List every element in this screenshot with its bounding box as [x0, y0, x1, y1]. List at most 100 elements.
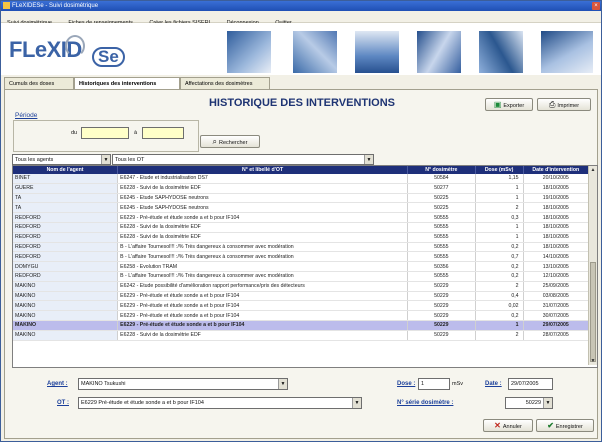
cell-ot: E6228 - Suivi de la dosimétrie EDF: [117, 232, 409, 243]
search-button[interactable]: ⌕ Rechercher: [200, 135, 260, 148]
menu-bar: Suivi dosimétrique Fiches de renseigneme…: [1, 11, 601, 26]
agent-select[interactable]: MAKINO Tsukushi ▼: [78, 378, 288, 390]
cell-dosimetre: 50555: [407, 271, 476, 282]
table-row[interactable]: REDFORD E6228 - Suivi de la dosimétrie ED…: [13, 222, 590, 233]
cell-agent: MAKINO: [13, 291, 119, 302]
table-row[interactable]: DOMYGU E6258 - Evolution TRAM 50356 0,2 13/1…: [13, 261, 590, 272]
close-icon[interactable]: ×: [592, 2, 600, 10]
column-header-ot[interactable]: N° et libellé d'OT: [117, 166, 409, 174]
save-button[interactable]: ✔ Enregistrer: [536, 419, 594, 432]
column-header-date[interactable]: Date d'intervention: [523, 166, 590, 174]
cell-dose: 1: [475, 222, 524, 233]
dose-input[interactable]: 1: [418, 378, 450, 390]
date-from-input[interactable]: [81, 127, 129, 139]
cell-ot: E6247 - Etude et industrialisation DS7: [117, 174, 409, 184]
cell-dosimetre: 50555: [407, 251, 476, 263]
cell-agent: REDFORD: [13, 251, 119, 263]
search-icon: ⌕: [212, 137, 218, 146]
banner-image: [479, 31, 523, 73]
cell-date: 18/10/2005: [523, 202, 590, 214]
cell-agent: REDFORD: [13, 242, 119, 253]
table-row[interactable]: REDFORD B - L'affaire Tournesol!!! :/% Tr…: [13, 271, 590, 282]
cell-agent: TA: [13, 202, 119, 214]
agent-filter-select[interactable]: Tous les agents ▼: [12, 154, 111, 165]
cell-ot: E6258 - Evolution TRAM: [117, 261, 409, 272]
cell-dosimetre: 50555: [407, 222, 476, 233]
scroll-up-icon[interactable]: ▲: [589, 166, 597, 174]
interventions-table: Nom de l'agent N° et libellé d'OT N° dos…: [12, 165, 598, 368]
cell-agent: REDFORD: [13, 232, 119, 243]
serial-select[interactable]: 50229 ▼: [505, 397, 553, 409]
table-row[interactable]: MAKINO E6228 - Suivi de la dosimétrie EDF…: [13, 330, 590, 341]
from-label: du: [71, 130, 78, 136]
cell-dose: 0,4: [475, 291, 524, 302]
cell-date: 18/10/2005: [523, 232, 590, 243]
cancel-button[interactable]: ✕ Annuler: [483, 419, 533, 432]
cell-dosimetre: 50277: [407, 183, 476, 194]
table-row[interactable]: REDFORD B - L'affaire Tournesol!!! :/% Tr…: [13, 251, 590, 263]
chevron-down-icon: ▼: [101, 155, 110, 164]
cell-dose: 1: [475, 320, 524, 331]
table-row[interactable]: TA E6245 - Etude SAPHYDOSE neutrons 50225 1…: [13, 193, 590, 204]
table-row[interactable]: REDFORD E6229 - Pré-étude et étude sonde …: [13, 212, 590, 223]
cell-agent: MAKINO: [13, 281, 119, 292]
cancel-icon: ✕: [494, 421, 501, 430]
column-header-dosimetre[interactable]: N° dosimètre: [407, 166, 476, 174]
agent-select-value: MAKINO Tsukushi: [81, 381, 126, 387]
table-row[interactable]: MAKINO E6229 - Pré-étude et étude sonde a…: [13, 300, 590, 312]
ot-select[interactable]: E6229 Pré-étude et étude sonde a et b po…: [78, 397, 362, 409]
chevron-down-icon: ▼: [352, 398, 361, 408]
table-row[interactable]: BINET E6247 - Etude et industrialisation …: [13, 174, 590, 184]
tab-historiques[interactable]: Historiques des interventions: [74, 77, 180, 89]
print-label: Imprimer: [557, 103, 580, 109]
column-header-dose[interactable]: Dose (mSv): [475, 166, 524, 174]
table-row[interactable]: MAKINO E6229 - Pré-étude et étude sonde a…: [13, 291, 590, 302]
table-row[interactable]: MAKINO E6229 - Pré-étude et étude sonde a…: [13, 320, 590, 331]
date-input[interactable]: 29/07/2005: [508, 378, 553, 390]
dose-unit: mSv: [452, 381, 463, 387]
cell-ot: B - L'affaire Tournesol!!! :/% Très dang…: [117, 242, 409, 253]
cell-date: 28/07/2005: [523, 330, 590, 341]
ot-filter-select[interactable]: Tous les OT ▼: [112, 154, 374, 165]
cell-dose: 0,2: [475, 242, 524, 253]
banner-image: [227, 31, 271, 73]
table-row[interactable]: GUERE E6228 - Suivi de la dosimétrie EDF 5…: [13, 183, 590, 194]
ot-label: OT :: [57, 400, 69, 406]
cell-dosimetre: 50229: [407, 291, 476, 302]
scroll-down-icon[interactable]: ▼: [589, 357, 597, 365]
cell-date: 18/10/2005: [523, 183, 590, 194]
date-to-input[interactable]: [142, 127, 184, 139]
table-row[interactable]: MAKINO E6229 - Pré-étude et étude sonde a…: [13, 310, 590, 321]
table-header: Nom de l'agent N° et libellé d'OT N° dos…: [13, 166, 590, 174]
tab-cumuls[interactable]: Cumuls des doses: [4, 77, 74, 89]
table-row[interactable]: REDFORD E6228 - Suivi de la dosimétrie ED…: [13, 232, 590, 243]
ot-filter-value: Tous les OT: [115, 157, 145, 163]
table-row[interactable]: MAKINO E6242 - Etude possibilité d'amélio…: [13, 281, 590, 292]
cell-dose: 1,15: [475, 174, 524, 184]
table-scrollbar[interactable]: ▲ ▼: [588, 166, 597, 365]
scroll-thumb[interactable]: [590, 262, 596, 362]
table-row[interactable]: TA E6245 - Etude SAPHYDOSE neutrons 50225 2…: [13, 202, 590, 214]
cancel-label: Annuler: [502, 424, 522, 430]
window-title: FLeXIDESe - Suivi dosimétrique: [12, 3, 99, 9]
cell-dose: 1: [475, 232, 524, 243]
cell-agent: BINET: [13, 174, 119, 184]
cell-date: 18/10/2005: [523, 222, 590, 233]
tab-affectations[interactable]: Affectations des dosimètres: [180, 77, 270, 89]
cell-date: 25/09/2005: [523, 281, 590, 292]
cell-agent: MAKINO: [13, 330, 119, 341]
cell-date: 13/10/2005: [523, 261, 590, 272]
export-button[interactable]: ▣ Exporter: [485, 98, 533, 111]
column-header-agent[interactable]: Nom de l'agent: [13, 166, 119, 174]
cell-dosimetre: 50225: [407, 193, 476, 204]
cell-agent: MAKINO: [13, 300, 119, 312]
print-icon: ⎙: [548, 100, 556, 109]
cell-agent: REDFORD: [13, 212, 119, 223]
cell-dose: 0,2: [475, 261, 524, 272]
cell-agent: MAKINO: [13, 320, 119, 331]
table-row[interactable]: REDFORD B - L'affaire Tournesol!!! :/% Tr…: [13, 242, 590, 253]
tab-panel: HISTORIQUE DES INTERVENTIONS ▣ Exporter ⎙…: [4, 89, 598, 439]
banner-image: [541, 31, 593, 73]
print-button[interactable]: ⎙ Imprimer: [537, 98, 591, 111]
cell-date: 30/07/2005: [523, 310, 590, 321]
